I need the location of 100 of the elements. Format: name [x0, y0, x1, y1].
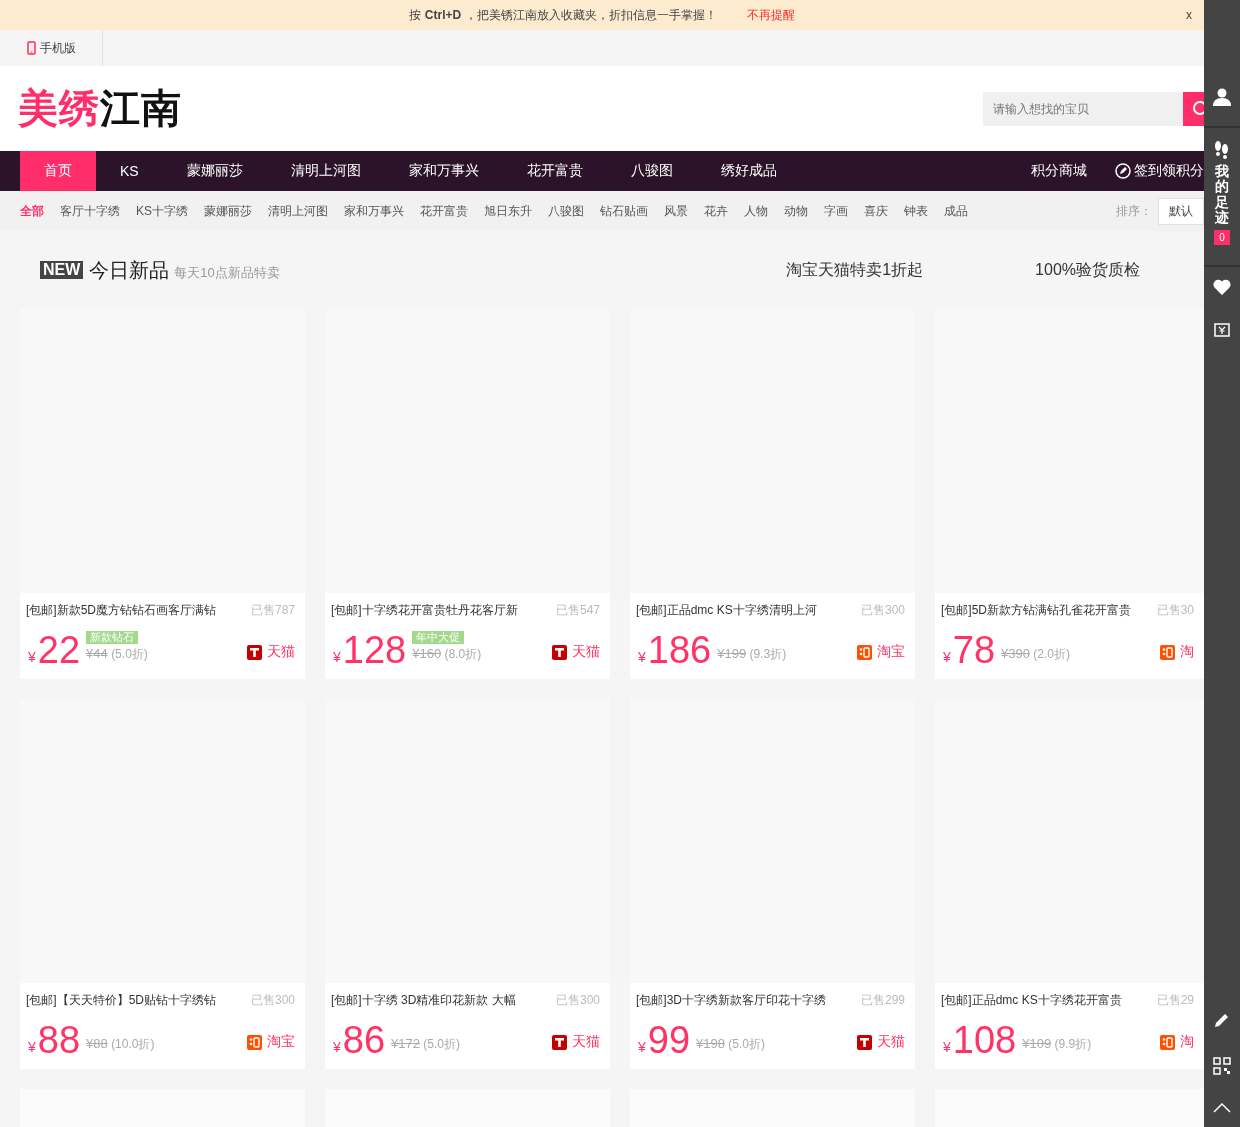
product-card[interactable]: [包邮]十字绣 3D精准印花新款 大幅 已售300 ¥86¥172 (5.0折) 天猫	[325, 699, 610, 1069]
qr-code-icon[interactable]	[1213, 1057, 1231, 1075]
sort-dropdown[interactable]: 默认	[1158, 197, 1204, 225]
sold-count: 已售300	[859, 602, 905, 619]
store-icon	[857, 1034, 872, 1050]
nav-tab[interactable]: 绣好成品	[696, 151, 801, 191]
product-title[interactable]: [包邮]3D十字绣新款客厅印花十字绣	[636, 992, 826, 1009]
price: 22	[37, 631, 81, 669]
store-icon	[1160, 644, 1175, 660]
category-link[interactable]: 花开富贵	[420, 202, 468, 220]
product-title[interactable]: [包邮]5D新款方钻满钻孔雀花开富贵	[941, 602, 1131, 619]
store-link[interactable]: 淘	[1160, 1033, 1194, 1051]
sold-count: 已售787	[249, 602, 295, 619]
footprints-label[interactable]: 我的足迹	[1215, 164, 1229, 226]
category-link[interactable]: 动物	[784, 202, 808, 220]
sold-count: 已售300	[249, 992, 295, 1009]
price: 78	[952, 631, 996, 669]
nav-tab[interactable]: 家和万事兴	[384, 151, 503, 191]
product-title[interactable]: [包邮]【天天特价】5D贴钻十字绣钻	[26, 992, 216, 1009]
product-card[interactable]: [包邮]【天天特价】5D贴钻十字绣钻 已售300 ¥88¥88 (10.0折) 淘宝	[20, 699, 305, 1069]
store-label: 淘宝	[877, 643, 905, 661]
store-link[interactable]: 淘宝	[247, 1033, 295, 1051]
store-link[interactable]: 天猫	[857, 1033, 905, 1051]
store-link[interactable]: 天猫	[552, 643, 600, 661]
price: 108	[952, 1021, 1017, 1059]
store-icon	[552, 1034, 567, 1050]
category-link[interactable]: 风景	[664, 202, 688, 220]
discount-text: (5.0折)	[423, 1037, 461, 1051]
product-title[interactable]: [包邮]正品dmc KS十字绣花开富贵	[941, 992, 1122, 1009]
original-price: ¥390	[1001, 646, 1030, 661]
store-link[interactable]: 天猫	[247, 643, 295, 661]
category-link[interactable]: 蒙娜丽莎	[204, 202, 252, 220]
nav-tab[interactable]: 八骏图	[606, 151, 697, 191]
category-link[interactable]: 清明上河图	[268, 202, 328, 220]
search-button[interactable]	[1183, 91, 1204, 126]
promise-text: 100%验货质检	[1035, 259, 1140, 280]
original-price: ¥199	[717, 646, 747, 661]
category-link[interactable]: 人物	[744, 202, 768, 220]
count-badge: 0	[1214, 229, 1230, 245]
checkin-label: 签到领积分	[1134, 162, 1204, 180]
category-link[interactable]: 八骏图	[548, 202, 584, 220]
category-link[interactable]: 花卉	[704, 202, 728, 220]
store-icon	[552, 644, 567, 660]
product-card[interactable]: [包邮]5D新款方钻满钻孔雀花开富贵 已售30 ¥78¥390 (2.0折) 淘	[935, 309, 1204, 679]
product-title[interactable]: [包邮]正品dmc KS十字绣清明上河	[636, 602, 817, 619]
sold-count: 已售299	[859, 992, 905, 1009]
product-card[interactable]: [包邮]正品dmc KS十字绣花开富贵 已售29 ¥108¥109 (9.9折) 淘	[935, 699, 1204, 1069]
checkin-link[interactable]: 签到领积分	[1115, 151, 1204, 191]
coupon-icon[interactable]	[1214, 322, 1230, 337]
nav-tab[interactable]: 清明上河图	[266, 151, 385, 191]
store-link[interactable]: 淘宝	[857, 643, 905, 661]
currency-symbol: ¥	[333, 649, 341, 665]
category-link[interactable]: 喜庆	[864, 202, 888, 220]
category-link[interactable]: 家和万事兴	[344, 202, 404, 220]
discount-text: (5.0折)	[728, 1037, 766, 1051]
category-link[interactable]: 钻石贴画	[600, 202, 648, 220]
pencil-icon[interactable]	[1213, 1011, 1231, 1029]
store-icon	[857, 644, 872, 660]
price: 86	[342, 1021, 386, 1059]
sold-count: 已售29	[1155, 992, 1194, 1009]
store-link[interactable]: 天猫	[552, 1033, 600, 1051]
close-link[interactable]: x	[1186, 8, 1192, 22]
store-label: 淘	[1180, 1033, 1194, 1051]
currency-symbol: ¥	[638, 1039, 646, 1055]
nav-tab[interactable]: 首页	[20, 151, 96, 191]
original-price: ¥88	[86, 1036, 108, 1051]
product-title[interactable]: [包邮]十字绣花开富贵牡丹花客厅新	[331, 602, 518, 619]
notice-text: 按 Ctrl+D ，把美锈江南放入收藏夹，折扣信息一手掌握！	[409, 6, 717, 24]
category-link[interactable]: KS十字绣	[136, 202, 188, 220]
product-card[interactable]: [包邮]3D十字绣新款客厅印花十字绣 已售299 ¥99¥198 (5.0折) 天猫	[630, 699, 915, 1069]
heart-icon[interactable]	[1213, 278, 1231, 295]
pencil-circle-icon	[1115, 163, 1131, 179]
user-icon[interactable]	[1213, 88, 1231, 106]
store-label: 天猫	[267, 643, 295, 661]
original-price: ¥44	[86, 646, 108, 661]
original-price: ¥160	[412, 646, 442, 661]
search-icon	[1190, 100, 1204, 117]
category-link[interactable]: 旭日东升	[484, 202, 532, 220]
nav-tab[interactable]: 蒙娜丽莎	[162, 151, 267, 191]
chevron-up-icon[interactable]	[1213, 1103, 1231, 1113]
product-title[interactable]: [包邮]十字绣 3D精准印花新款 大幅	[331, 992, 516, 1009]
promo-tag: 年中大促	[412, 631, 465, 644]
product-title[interactable]: [包邮]新款5D魔方钻钻石画客厅满钻	[26, 602, 216, 619]
site-logo[interactable]: 美绣江南	[18, 81, 983, 136]
nav-link[interactable]: 积分商城	[1031, 151, 1087, 191]
store-link[interactable]: 淘	[1160, 643, 1194, 661]
section-title: 今日新品	[89, 257, 170, 283]
category-link[interactable]: 客厅十字绣	[60, 202, 120, 220]
product-card[interactable]: [包邮]正品dmc KS十字绣清明上河 已售300 ¥186¥199 (9.3折) 淘宝	[630, 309, 915, 679]
nav-tab[interactable]: 花开富贵	[502, 151, 607, 191]
currency-symbol: ¥	[943, 649, 951, 665]
promo-tag: 新款钻石	[86, 631, 139, 644]
category-link[interactable]: 成品	[944, 202, 968, 220]
store-label: 天猫	[877, 1033, 905, 1051]
nav-tab[interactable]: KS	[96, 151, 163, 191]
price: 99	[647, 1021, 691, 1059]
footprint-icon[interactable]	[1214, 140, 1230, 160]
category-link[interactable]: 字画	[824, 202, 848, 220]
search-field[interactable]: 请输入想找的宝贝	[983, 91, 1183, 126]
category-link[interactable]: 钟表	[904, 202, 928, 220]
